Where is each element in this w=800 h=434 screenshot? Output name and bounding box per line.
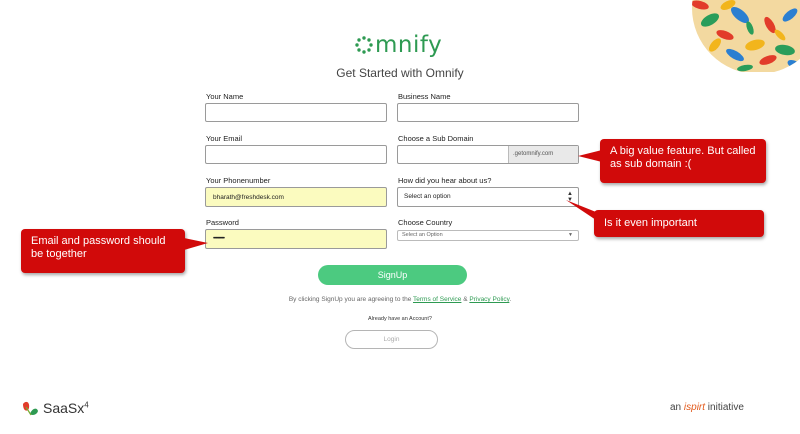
terms-of-service-link[interactable]: Terms of Service bbox=[413, 296, 461, 303]
your-email-input[interactable] bbox=[205, 145, 387, 164]
phone-label: Your Phonenumber bbox=[206, 176, 271, 185]
callout-sub-domain: A big value feature. But called as sub d… bbox=[600, 139, 766, 183]
saasx-leaf-icon bbox=[23, 401, 38, 416]
your-name-input[interactable] bbox=[205, 103, 387, 122]
your-name-label: Your Name bbox=[206, 92, 244, 101]
hear-about-label: How did you hear about us? bbox=[398, 176, 492, 185]
business-name-label: Business Name bbox=[398, 92, 451, 101]
your-email-label: Your Email bbox=[206, 134, 242, 143]
initiative-prefix: an bbox=[670, 402, 684, 413]
sub-domain-label: Choose a Sub Domain bbox=[398, 134, 474, 143]
country-label: Choose Country bbox=[398, 218, 453, 227]
password-input-value: •••••••••• bbox=[213, 236, 225, 242]
password-input[interactable]: •••••••••• bbox=[205, 229, 387, 249]
business-name-input[interactable] bbox=[397, 103, 579, 122]
hear-about-selected: Select an option bbox=[404, 193, 451, 200]
signup-button[interactable]: SignUp bbox=[318, 265, 467, 285]
callout-pointer bbox=[184, 238, 208, 250]
callout-important: Is it even important bbox=[594, 210, 764, 237]
password-label: Password bbox=[206, 218, 239, 227]
saasx-text: SaaSx4 bbox=[43, 400, 89, 416]
logo-text: mnify bbox=[375, 32, 443, 58]
terms-prefix: By clicking SignUp you are agreeing to t… bbox=[288, 296, 414, 303]
privacy-policy-link[interactable]: Privacy Policy bbox=[469, 296, 509, 303]
ispirt-logo-text: ispirt bbox=[683, 402, 706, 413]
decorative-globe-image bbox=[692, 0, 800, 72]
page-subtitle: Get Started with Omnify bbox=[336, 66, 464, 80]
sub-domain-input[interactable]: .getomnify.com bbox=[397, 145, 579, 164]
country-select[interactable]: Select an Option ▼ bbox=[397, 230, 579, 241]
terms-text: By clicking SignUp you are agreeing to t… bbox=[0, 296, 800, 303]
country-selected: Select an Option bbox=[402, 232, 443, 238]
phone-input[interactable]: bharath@freshdesk.com bbox=[205, 187, 387, 207]
hear-about-select[interactable]: Select an option ▲ ▼ bbox=[397, 187, 579, 207]
already-have-account-text: Already have an Account? bbox=[368, 316, 432, 322]
callout-pointer bbox=[578, 150, 602, 162]
omnify-dots-icon bbox=[355, 36, 373, 54]
login-button[interactable]: Login bbox=[345, 330, 438, 349]
sub-domain-suffix: .getomnify.com bbox=[508, 146, 578, 163]
ispirt-initiative: an ispirt initiative bbox=[670, 402, 744, 413]
chevron-down-icon: ▼ bbox=[568, 232, 573, 238]
saasx-sup: 4 bbox=[84, 400, 89, 410]
saasx-text-main: SaaSx bbox=[43, 400, 85, 416]
phone-input-value: bharath@freshdesk.com bbox=[213, 194, 284, 201]
callout-email-password: Email and password should be together bbox=[21, 229, 185, 273]
callout-pointer bbox=[566, 200, 596, 220]
terms-suffix: . bbox=[509, 296, 512, 303]
saasx-logo: SaaSx4 bbox=[20, 398, 89, 418]
initiative-suffix: initiative bbox=[705, 402, 744, 413]
omnify-logo: mnify bbox=[355, 32, 442, 58]
